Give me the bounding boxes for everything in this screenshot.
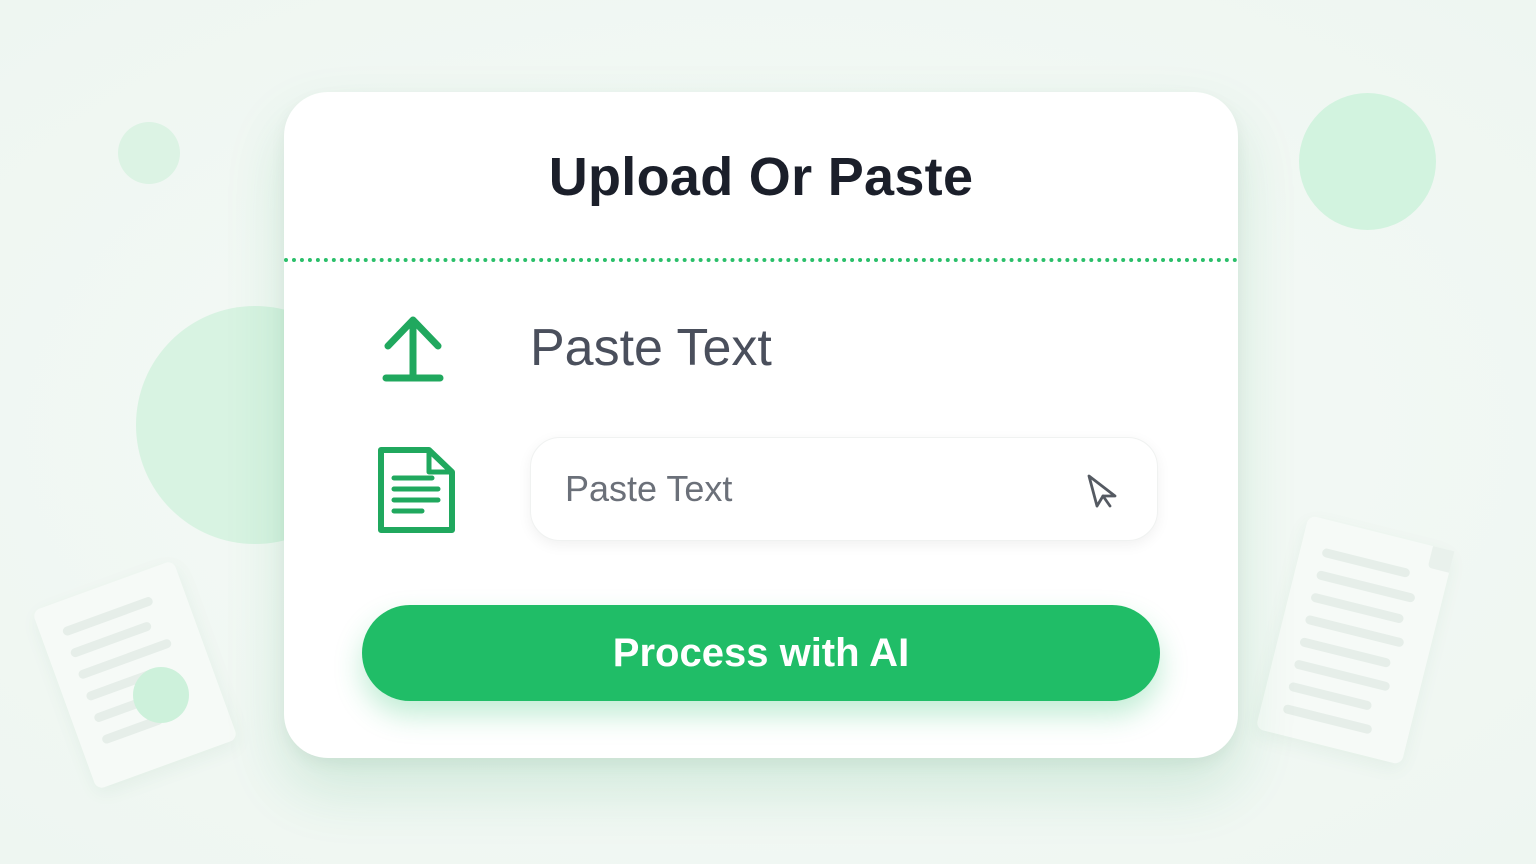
upload-arrow-icon[interactable] [380,312,450,386]
cursor-icon [1087,474,1117,508]
paste-text-input[interactable]: Paste Text [530,437,1158,541]
document-icon[interactable] [376,446,456,536]
decorative-paper-sheet [32,560,238,790]
paste-text-placeholder: Paste Text [565,468,733,509]
card-title: Upload Or Paste [548,147,974,207]
process-with-ai-button[interactable]: Process with AI [362,605,1160,701]
decorative-circle [133,667,189,723]
app-background: Upload Or Paste Paste Text Paste Text Pr… [0,0,1536,864]
decorative-circle [1299,93,1436,230]
decorative-paper-sheet [1255,515,1455,765]
decorative-circle [118,122,180,184]
paste-text-label: Paste Text [530,319,772,377]
upload-card: Upload Or Paste Paste Text Paste Text Pr… [284,92,1238,758]
dotted-divider [284,258,1238,262]
